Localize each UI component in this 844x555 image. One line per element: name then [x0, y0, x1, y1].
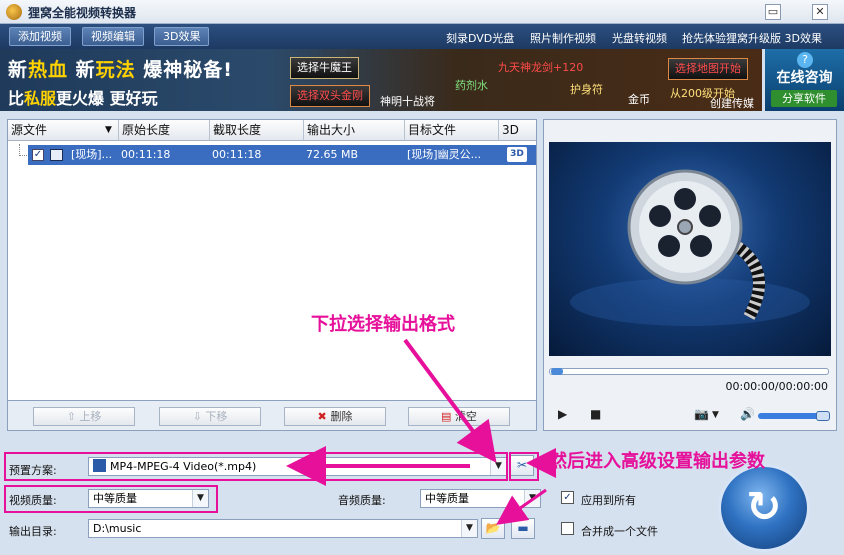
apply-all-checkbox[interactable]: ✓ — [561, 491, 574, 504]
clear-button[interactable]: ▤ 清空 — [408, 407, 510, 426]
ad-banner[interactable]: 新热血 新玩法 爆神秘备! 比私服更火爆 更好玩 选择牛魔王 选择双头金刚 神明… — [0, 49, 762, 111]
merge-checkbox[interactable] — [561, 522, 574, 535]
apply-all-label: 应用到所有 — [581, 494, 636, 507]
row-clip-length: 00:11:18 — [212, 148, 262, 161]
arrow-down-icon: ⇩ — [192, 410, 206, 423]
column-3d[interactable]: 3D — [499, 120, 536, 141]
row-original-length: 00:11:18 — [121, 148, 171, 161]
chevron-down-icon[interactable]: ▼ — [524, 490, 540, 507]
seek-thumb[interactable] — [551, 368, 563, 375]
row-target: [现场]幽灵公... — [407, 148, 482, 161]
minimize-button[interactable]: ▭ — [765, 4, 781, 20]
banner-text-jiutian: 九天神龙剑+120 — [498, 61, 584, 74]
column-source[interactable]: 源文件 ▼ — [8, 120, 119, 141]
delete-x-icon: ✖ — [317, 410, 331, 423]
volume-slider[interactable] — [758, 411, 830, 421]
row-3d-icon[interactable]: 3D — [507, 147, 527, 162]
chevron-down-icon[interactable]: ▼ — [461, 520, 477, 537]
link-upgrade[interactable]: 抢先体验狸窝升级版 3D效果 — [682, 30, 822, 46]
sort-arrow-icon: ▼ — [105, 125, 112, 135]
row-source: [现场]... — [71, 148, 113, 161]
banner-shuangtou-button[interactable]: 选择双头金刚 — [290, 85, 370, 107]
share-software-button[interactable]: 分享软件 — [771, 90, 837, 107]
preview-screen — [549, 142, 831, 356]
camera-icon[interactable]: 📷 — [694, 407, 709, 421]
effect-3d-button[interactable]: 3D效果 — [154, 27, 210, 46]
banner-text-jinbi: 金币 — [628, 93, 650, 106]
time-display: 00:00:00/00:00:00 — [725, 380, 828, 393]
output-dir-field[interactable]: D:\music ▼ — [88, 519, 478, 538]
annotation-box-advanced — [509, 452, 539, 481]
annotation-dropdown-hint: 下拉选择输出格式 — [311, 314, 455, 335]
column-original-length[interactable]: 原始长度 — [119, 120, 210, 141]
preview-panel: 00:00:00/00:00:00 ▶ ■ 📷 ▼ 🔊 — [543, 119, 837, 431]
stop-icon[interactable]: ■ — [590, 407, 601, 421]
edit-video-button[interactable]: 视频编辑 — [82, 27, 144, 46]
link-photo-video[interactable]: 照片制作视频 — [530, 30, 596, 46]
open-folder-button[interactable]: 📂 — [481, 518, 505, 539]
title-bar: 狸窝全能视频转换器 ▭ ✕ — [0, 0, 844, 24]
banner-text-hushen: 护身符 — [570, 83, 603, 96]
file-list-header: 源文件 ▼ 原始长度 截取长度 输出大小 目标文件 3D — [8, 120, 536, 141]
main-toolbar: 添加视频 视频编辑 3D效果 刻录DVD光盘 照片制作视频 光盘转视频 抢先体验… — [0, 24, 844, 49]
link-disc-to-video[interactable]: 光盘转视频 — [612, 30, 667, 46]
annotation-box-preset — [4, 452, 508, 481]
convert-button[interactable]: ↻ — [718, 464, 810, 552]
audio-quality-label: 音频质量: — [338, 494, 386, 507]
column-clip-length[interactable]: 截取长度 — [210, 120, 304, 141]
audio-quality-dropdown[interactable]: 中等质量 ▼ — [420, 489, 541, 508]
column-target[interactable]: 目标文件 — [405, 120, 499, 141]
play-icon[interactable]: ▶ — [558, 407, 567, 421]
clear-list-icon: ▤ — [441, 410, 455, 423]
chevron-down-icon[interactable]: ▼ — [712, 410, 719, 420]
link-burn-dvd[interactable]: 刻录DVD光盘 — [446, 30, 514, 46]
arrow-up-icon: ⇧ — [66, 410, 80, 423]
online-consult-panel[interactable]: ? 在线咨询 分享软件 — [765, 49, 844, 111]
banner-text-yaoji: 药剂水 — [455, 79, 488, 92]
help-icon: ? — [797, 52, 813, 68]
column-output-size[interactable]: 输出大小 — [304, 120, 405, 141]
banner-line-2: 比私服更火爆 更好玩 — [8, 89, 158, 108]
list-action-bar: ⇧ 上移 ⇩ 下移 ✖ 删除 ▤ 清空 — [7, 401, 537, 431]
file-list: 源文件 ▼ 原始长度 截取长度 输出大小 目标文件 3D ✓ [现场]... 00… — [7, 119, 537, 401]
merge-label: 合并成一个文件 — [581, 525, 658, 538]
annotation-advanced-hint: 然后进入高级设置输出参数 — [549, 451, 765, 472]
row-output-size: 72.65 MB — [306, 148, 359, 161]
window-title: 狸窝全能视频转换器 — [28, 6, 137, 20]
move-down-button[interactable]: ⇩ 下移 — [159, 407, 261, 426]
seek-bar[interactable] — [549, 368, 829, 375]
close-button[interactable]: ✕ — [812, 4, 828, 20]
folder-icon: 📂 — [485, 521, 501, 535]
convert-icon: ↻ — [746, 482, 782, 531]
volume-knob[interactable] — [816, 411, 830, 421]
banner-niumowang-button[interactable]: 选择牛魔王 — [290, 57, 359, 79]
online-consult-label: 在线咨询 — [776, 70, 833, 86]
banner-map-button[interactable]: 选择地图开始 — [668, 58, 748, 80]
volume-icon[interactable]: 🔊 — [740, 407, 755, 421]
move-up-button[interactable]: ⇧ 上移 — [33, 407, 135, 426]
delete-button[interactable]: ✖ 删除 — [284, 407, 386, 426]
table-row[interactable]: ✓ [现场]... 00:11:18 00:11:18 72.65 MB [现场… — [28, 145, 536, 165]
output-dir-label: 输出目录: — [9, 525, 57, 538]
banner-line-1: 新热血 新玩法 爆神秘备! — [8, 59, 233, 81]
browse-folder-button[interactable]: ▬ — [511, 518, 535, 539]
film-icon — [50, 149, 63, 161]
app-logo-icon — [6, 4, 22, 20]
annotation-box-video-quality — [4, 485, 218, 513]
film-reel-icon — [570, 169, 810, 326]
row-checkbox[interactable]: ✓ — [32, 149, 44, 161]
add-video-button[interactable]: 添加视频 — [9, 27, 71, 46]
folder-blue-icon: ▬ — [517, 521, 529, 535]
banner-text-chuangzhi: 创建传媒 — [710, 97, 754, 110]
banner-text-shenming: 神明十战将 — [380, 95, 435, 108]
